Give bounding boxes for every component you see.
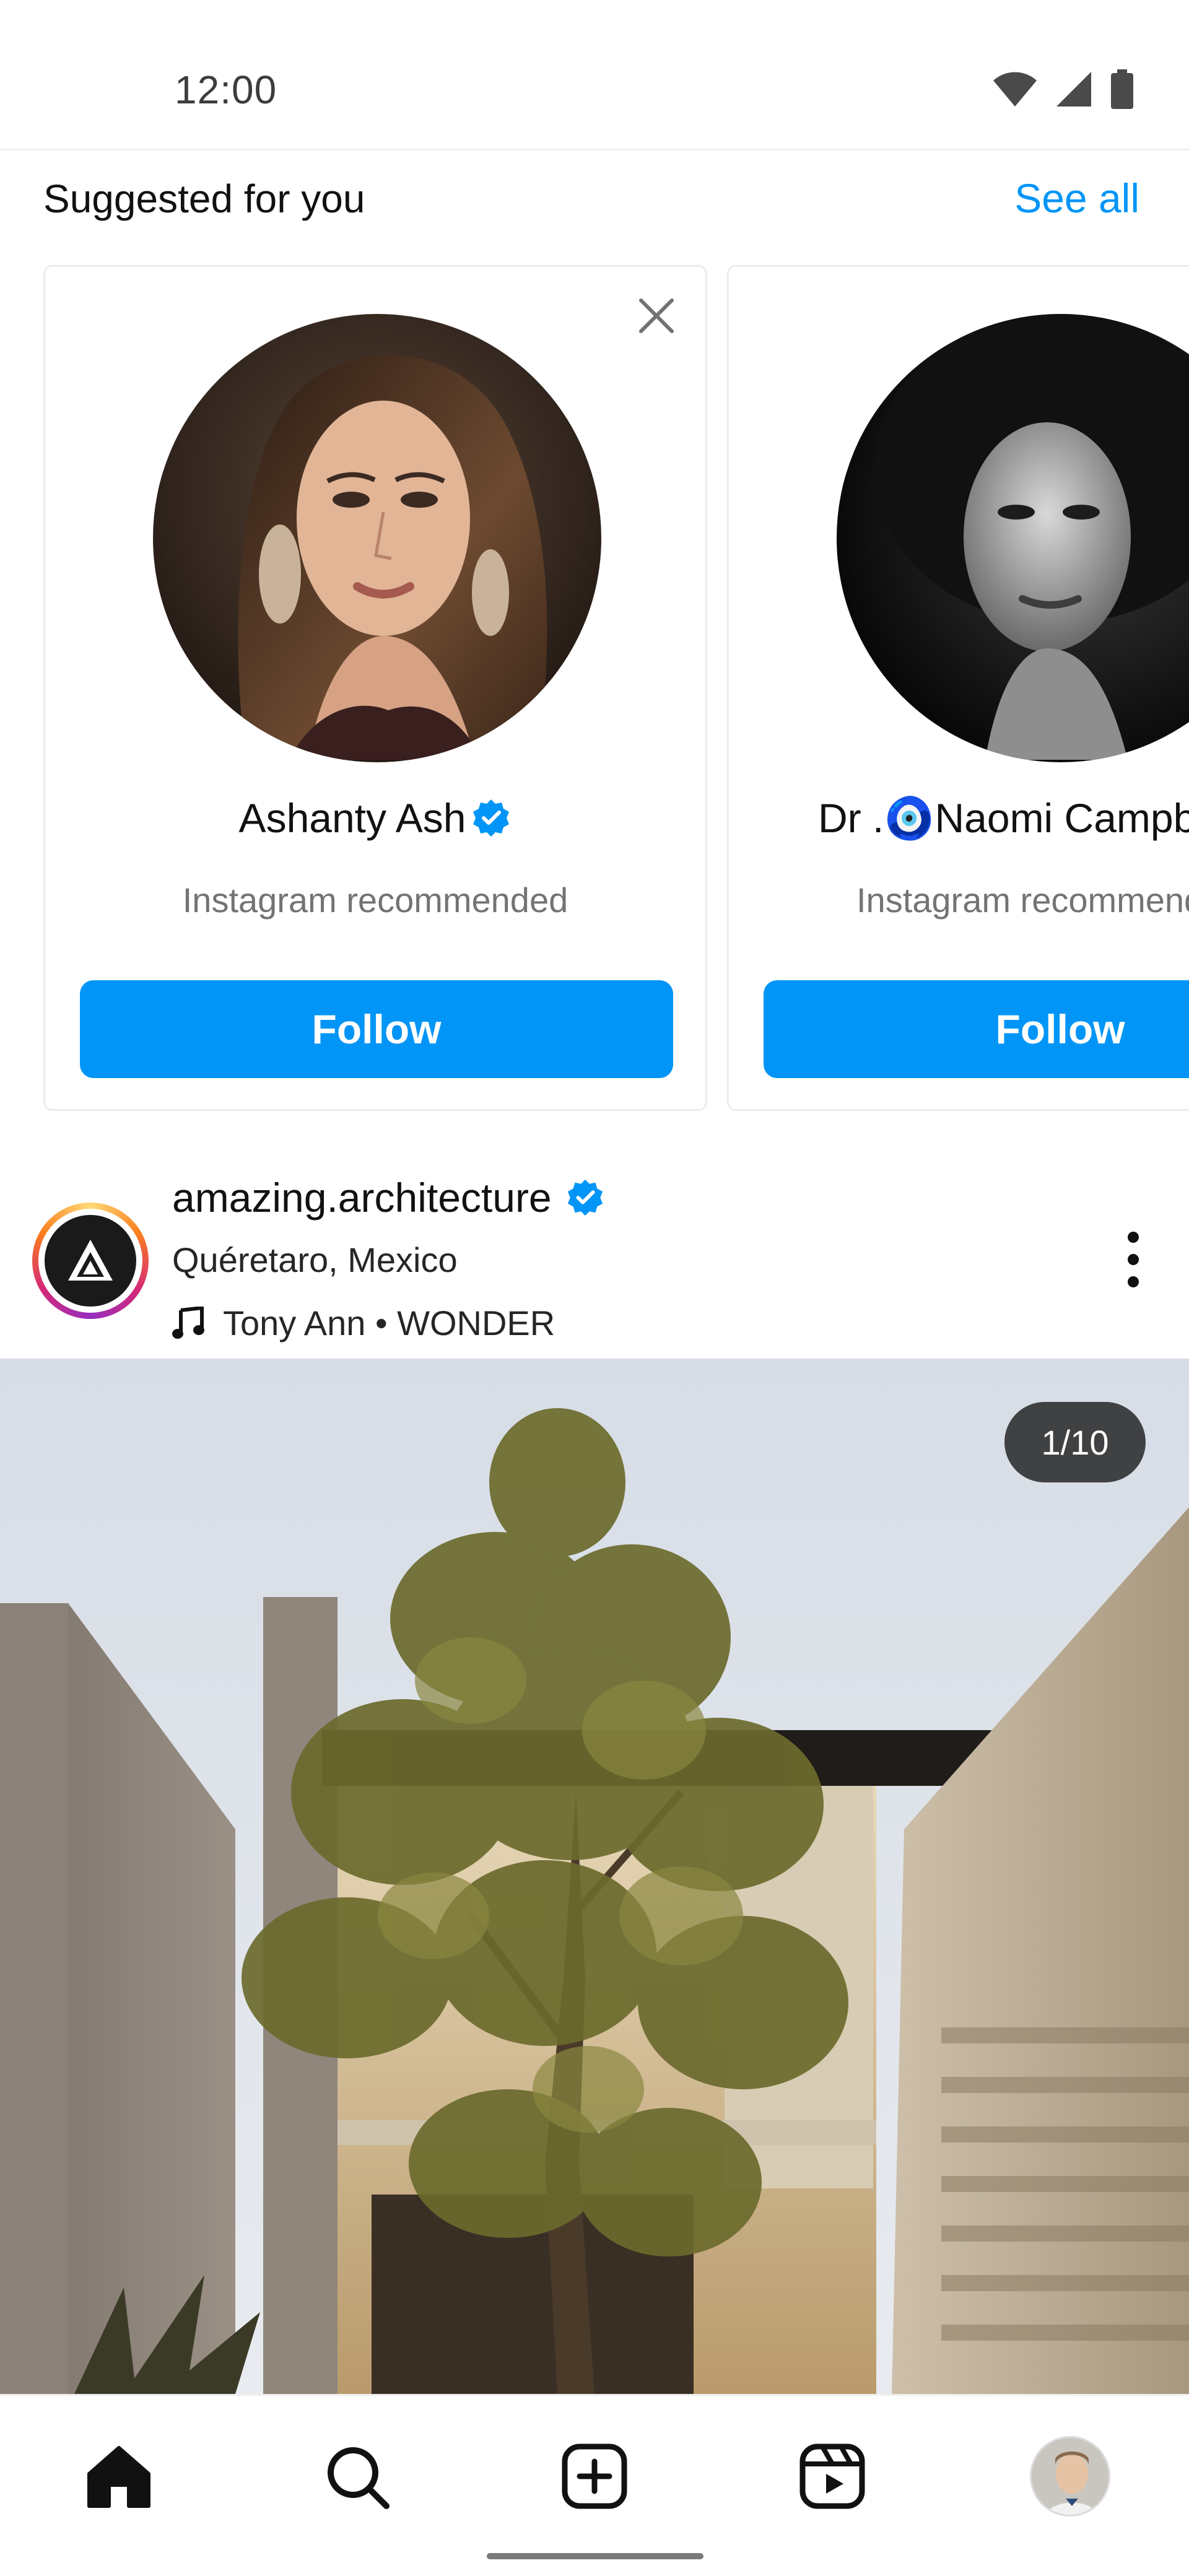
more-vertical-icon — [1128, 1232, 1139, 1287]
post-username[interactable]: amazing.architecture — [172, 1174, 605, 1221]
status-bar: 12:00 — [0, 0, 1189, 149]
verified-badge-icon — [473, 799, 510, 837]
suggestion-reason: Instagram recommended — [856, 881, 1189, 920]
close-icon — [639, 298, 674, 333]
suggestion-card[interactable]: Dr .🧿Naomi Campbell Instagram recommende… — [727, 265, 1189, 1111]
instagram-feed-screen: 12:00 Suggested for you See all Ashanty … — [0, 0, 1189, 2576]
reels-icon — [799, 2443, 865, 2509]
home-indicator[interactable] — [487, 2553, 703, 2559]
verified-badge-icon — [567, 1179, 603, 1216]
home-icon — [87, 2446, 150, 2508]
nav-home-button[interactable] — [76, 2433, 162, 2520]
status-time: 12:00 — [175, 67, 277, 112]
suggestion-avatar[interactable] — [153, 314, 601, 762]
post-header: amazing.architecture Quéretaro, Mexico T… — [0, 1154, 1189, 1359]
see-all-link[interactable]: See all — [1014, 175, 1139, 222]
suggestion-card[interactable]: Ashanty Ash Instagram recommended Follow — [43, 265, 707, 1111]
follow-button[interactable]: Follow — [764, 980, 1189, 1078]
create-icon — [562, 2443, 627, 2509]
post-music[interactable]: Tony Ann • WONDER — [172, 1303, 555, 1343]
nav-create-button[interactable] — [551, 2433, 638, 2520]
suggested-title: Suggested for you — [43, 176, 365, 221]
nav-search-button[interactable] — [313, 2433, 400, 2520]
suggestion-name[interactable]: Dr .🧿Naomi Campbell — [818, 794, 1189, 843]
post-username-label: amazing.architecture — [172, 1175, 552, 1221]
wifi-icon — [992, 71, 1038, 111]
profile-avatar — [1030, 2436, 1110, 2517]
music-note-icon — [172, 1306, 204, 1339]
dismiss-suggestion-button[interactable] — [635, 294, 678, 337]
carousel-counter: 1/10 — [1004, 1402, 1146, 1482]
post-image[interactable]: 1/10 — [0, 1359, 1189, 2394]
nav-profile-button[interactable] — [1027, 2433, 1113, 2520]
header-divider — [0, 149, 1189, 150]
post-location[interactable]: Quéretaro, Mexico — [172, 1240, 458, 1280]
suggestion-name-label: Ashanty Ash — [238, 795, 466, 841]
amazing-architecture-logo — [45, 1215, 136, 1307]
status-icons — [992, 69, 1135, 112]
suggestion-avatar[interactable] — [837, 314, 1189, 762]
follow-button[interactable]: Follow — [80, 980, 673, 1078]
cellular-signal-icon — [1055, 71, 1092, 111]
bottom-navigation — [0, 2394, 1189, 2576]
more-options-button[interactable] — [1121, 1229, 1146, 1290]
battery-icon — [1110, 69, 1135, 112]
suggestion-name[interactable]: Ashanty Ash — [45, 794, 705, 842]
suggestion-name-label: Dr .🧿Naomi Campbell — [818, 795, 1189, 841]
post-author-avatar[interactable] — [32, 1203, 149, 1319]
post-music-label: Tony Ann • WONDER — [223, 1303, 555, 1342]
search-icon — [328, 2447, 390, 2509]
nav-reels-button[interactable] — [789, 2433, 876, 2520]
suggestion-reason: Instagram recommended — [182, 881, 568, 920]
